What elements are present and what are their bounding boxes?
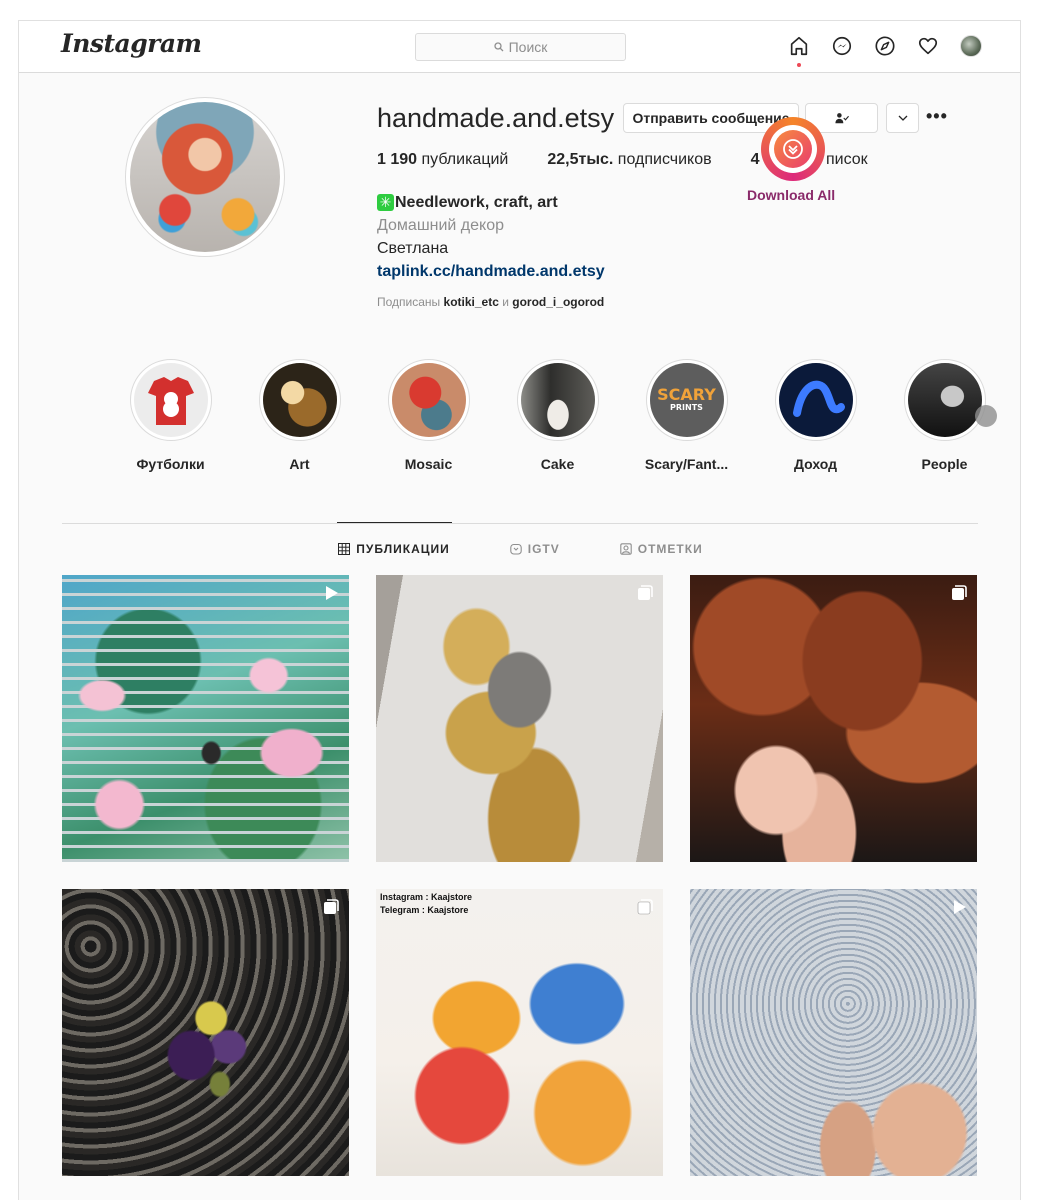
tab-igtv-label: IGTV [527,542,560,556]
post-thumbnail[interactable]: Instagram : Kaajstore Telegram : Kaajsto… [376,889,663,1176]
highlight-cover [262,363,337,437]
followed-by-prefix: Подписаны [377,295,441,309]
notification-dot [797,63,801,67]
browser-frame: Instagram Поиск handmade.and.etsy Отправ… [18,20,1021,1200]
highlight-cover [907,363,982,437]
post-thumbnail[interactable] [62,889,349,1176]
bio-line: Светлана [377,240,449,257]
posts-count: 1 190 [377,151,418,168]
highlight-label: Art [289,456,310,472]
profile-avatar[interactable] [125,97,285,257]
post-thumbnail[interactable] [62,575,349,862]
video-icon [322,584,340,602]
scary-text: SCARY [657,385,716,404]
more-options-icon[interactable]: ••• [926,107,948,125]
overlay-line-1: Instagram : Kaajstore [380,892,473,902]
highlight-cover [520,363,595,437]
following-count: 4 [750,151,760,168]
highlight-item[interactable]: Футболки [106,359,235,472]
followers-label: подписчиков [617,151,712,168]
tab-tagged-label: ОТМЕТКИ [637,542,703,556]
post-thumbnail[interactable] [690,575,977,862]
followed-by-user1: kotiki_etc [443,295,499,309]
income-logo-icon [792,380,845,417]
bio-category: Домашний декор [377,217,505,234]
followed-by[interactable]: Подписаны kotiki_etc и gorod_i_ogorod [377,295,604,309]
search-input[interactable]: Поиск [415,33,626,61]
highlight-item[interactable]: Art [235,359,364,472]
followed-by-user2: gorod_i_ogorod [512,295,605,309]
top-nav: Instagram Поиск [19,21,1020,73]
carousel-icon [322,898,340,916]
profile-bio: ✳ Needlework, craft, art Домашний декор С… [377,191,605,283]
instagram-logo[interactable]: Instagram [61,29,202,58]
highlight-cover: SCARY PRINTS [649,363,724,437]
highlight-cover [391,363,466,437]
chevron-down-icon [898,115,907,121]
highlight-label: Футболки [136,456,205,472]
story-highlights: Футболки Art Mosaic Cake SCARY PRINTS Sc… [106,359,1009,472]
highlight-item[interactable]: Mosaic [364,359,493,472]
tab-tagged[interactable]: ОТМЕТКИ [620,542,703,556]
tab-igtv[interactable]: IGTV [510,542,560,556]
profile-stats: 1 190 публикаций 22,5тыс. подписчиков 4 … [377,151,907,169]
highlights-next-button[interactable] [974,405,997,427]
followed-by-joiner: и [502,295,509,309]
suggestions-dropdown-button[interactable] [886,103,919,133]
post-thumbnail[interactable] [690,889,977,1176]
highlight-item[interactable]: Cake [493,359,622,472]
highlight-label: Cake [540,456,575,472]
carousel-icon [636,898,654,916]
highlight-label: People [921,456,968,472]
avatar [960,35,982,57]
profile-username: handmade.and.etsy [377,103,615,133]
tab-posts-label: ПУБЛИКАЦИИ [356,542,450,556]
profile-avatar-button[interactable] [959,34,983,58]
nav-icons [787,34,983,67]
grid-icon [338,543,351,555]
home-icon[interactable] [787,34,811,67]
highlight-cover [133,363,208,437]
highlight-label: Scary/Fant... [644,456,729,472]
highlight-item[interactable]: People [880,359,1009,472]
following-label: писок [825,151,868,168]
prints-text: PRINTS [670,403,703,412]
tagged-icon [620,543,632,555]
tab-posts[interactable]: ПУБЛИКАЦИИ [338,542,449,556]
posts-label: публикаций [421,151,509,168]
heart-icon[interactable] [916,34,940,58]
bio-link[interactable]: taplink.cc/handmade.and.etsy [377,260,605,283]
download-all-label[interactable]: Download All [747,187,835,203]
download-icon [783,139,803,159]
bio-name: ✳ Needlework, craft, art [377,191,605,214]
messenger-icon[interactable] [830,34,854,58]
igtv-icon [510,543,522,555]
bio-name-text: Needlework, craft, art [395,194,558,211]
active-tab-indicator [337,522,452,523]
download-all-button[interactable] [761,117,825,181]
explore-icon[interactable] [873,34,897,58]
user-check-icon [834,113,849,124]
highlight-item[interactable]: SCARY PRINTS Scary/Fant... [622,359,751,472]
followers-stat[interactable]: 22,5тыс. подписчиков [547,151,711,169]
search-placeholder: Поиск [508,39,548,55]
search-icon [493,42,504,52]
posts-grid: Instagram : Kaajstore Telegram : Kaajsto… [62,575,978,1176]
profile-tabs: ПУБЛИКАЦИИ IGTV ОТМЕТКИ [19,542,1020,556]
highlight-label: Доход [793,456,838,472]
sparkle-icon: ✳ [377,194,394,211]
post-thumbnail[interactable] [376,575,663,862]
carousel-icon [950,584,968,602]
highlight-cover [778,363,853,437]
post-overlay-text: Instagram : Kaajstore Telegram : Kaajsto… [380,891,472,917]
highlight-item[interactable]: Доход [751,359,880,472]
carousel-icon [636,584,654,602]
tabs-divider [62,523,978,524]
video-icon [950,898,968,916]
followers-count: 22,5тыс. [547,151,614,168]
highlight-label: Mosaic [404,456,453,472]
overlay-line-2: Telegram : Kaajstore [380,905,469,915]
profile-photo [130,102,280,252]
posts-stat: 1 190 публикаций [377,151,508,169]
